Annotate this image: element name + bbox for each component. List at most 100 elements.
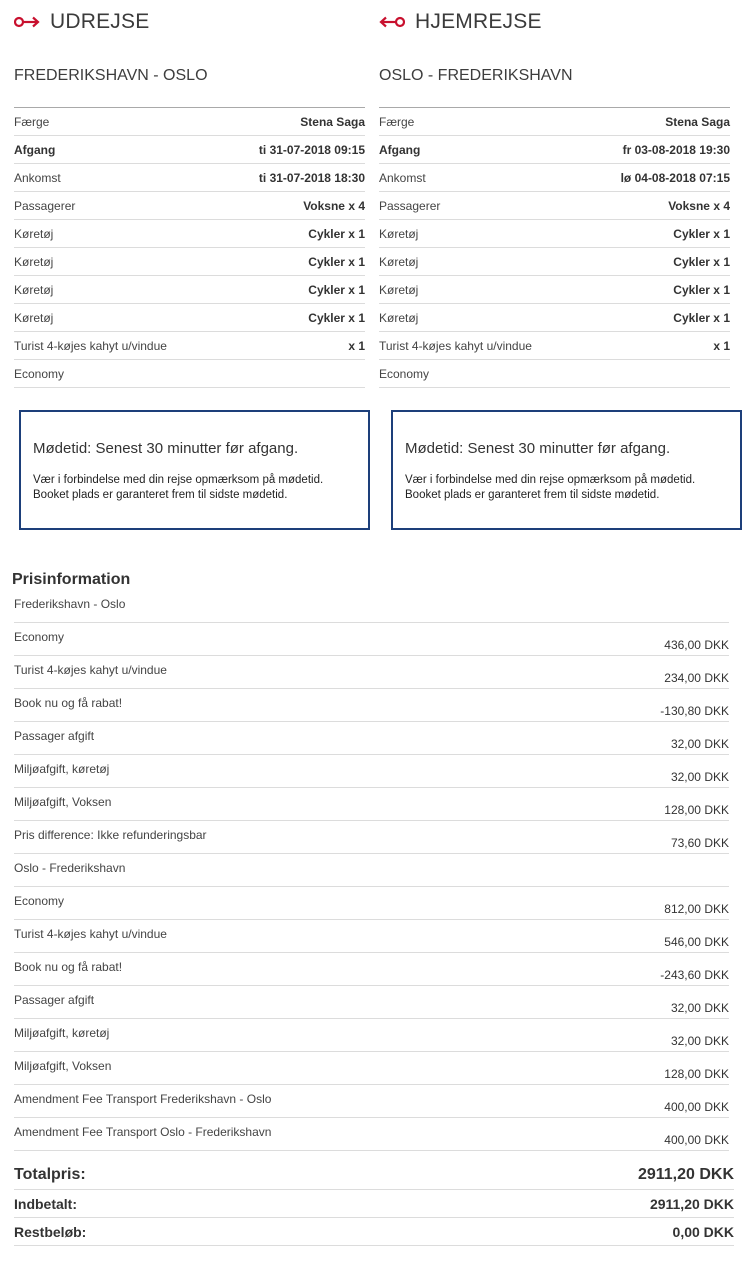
detail-value: Stena Saga <box>300 114 365 129</box>
detail-row: Køretøj Cykler x 1 <box>379 248 730 276</box>
detail-row: Køretøj Cykler x 1 <box>14 276 365 304</box>
price-label: Frederikshavn - Oslo <box>14 597 126 611</box>
price-row: Economy 436,00 DKK <box>14 623 729 656</box>
price-label: Miljøafgift, Voksen <box>14 1059 112 1073</box>
notice-title: Mødetid: Senest 30 minutter før afgang. <box>33 440 299 457</box>
paid-row: Indbetalt: 2911,20 DKK <box>14 1190 734 1218</box>
price-table: Frederikshavn - Oslo Economy 436,00 DKK Tur… <box>14 590 729 1151</box>
detail-row: Turist 4-køjes kahyt u/vindue x 1 <box>379 332 730 360</box>
price-row: Economy 812,00 DKK <box>14 887 729 920</box>
price-label: Passager afgift <box>14 993 95 1007</box>
price-row: Turist 4-køjes kahyt u/vindue 234,00 DKK <box>14 656 729 689</box>
price-row: Pris difference: Ikke refunderingsbar 73,… <box>14 821 729 854</box>
price-section-row: Frederikshavn - Oslo <box>14 590 729 623</box>
notice-title: Mødetid: Senest 30 minutter før afgang. <box>405 440 671 457</box>
detail-row: Køretøj Cykler x 1 <box>14 220 365 248</box>
price-amount: 234,00 DKK <box>664 671 729 685</box>
return-checkin-notice: Mødetid: Senest 30 minutter før afgang. … <box>391 410 742 530</box>
detail-value: Cykler x 1 <box>673 282 730 297</box>
detail-value: x 1 <box>713 338 730 353</box>
price-amount: 812,00 DKK <box>664 902 729 916</box>
totals: Totalpris: 2911,20 DKK Indbetalt: 2911,2… <box>14 1160 734 1246</box>
detail-row: Køretøj Cykler x 1 <box>14 248 365 276</box>
detail-label: Køretøj <box>379 254 419 269</box>
detail-row: Køretøj Cykler x 1 <box>379 276 730 304</box>
detail-row: Economy <box>379 360 730 388</box>
outbound-details: Færge Stena Saga Afgang ti 31-07-2018 09:15… <box>14 107 365 388</box>
price-info-heading: Prisinformation <box>12 571 131 588</box>
detail-value: Cykler x 1 <box>308 254 365 269</box>
price-row: Passager afgift 32,00 DKK <box>14 986 729 1019</box>
detail-row: Turist 4-køjes kahyt u/vindue x 1 <box>14 332 365 360</box>
outbound-route: FREDERIKSHAVN - OSLO <box>14 67 208 84</box>
detail-label: Køretøj <box>14 282 54 297</box>
price-label: Miljøafgift, Voksen <box>14 795 112 809</box>
remaining-label: Restbeløb: <box>14 1223 87 1240</box>
price-label: Book nu og få rabat! <box>14 960 123 974</box>
return-route: OSLO - FREDERIKSHAVN <box>379 67 573 84</box>
price-row: Book nu og få rabat! -130,80 DKK <box>14 689 729 722</box>
return-column: HJEMREJSE OSLO - FREDERIKSHAVN Færge Sten… <box>379 0 730 388</box>
price-amount: 32,00 DKK <box>670 1001 729 1015</box>
price-label: Turist 4-køjes kahyt u/vindue <box>14 663 167 677</box>
price-label: Miljøafgift, køretøj <box>14 1026 110 1040</box>
detail-row: Passagerer Voksne x 4 <box>14 192 365 220</box>
detail-value: Cykler x 1 <box>673 226 730 241</box>
detail-row: Køretøj Cykler x 1 <box>379 304 730 332</box>
detail-label: Køretøj <box>379 226 419 241</box>
detail-row: Ankomst lø 04-08-2018 07:15 <box>379 164 730 192</box>
price-row: Miljøafgift, køretøj 32,00 DKK <box>14 755 729 788</box>
detail-value: lø 04-08-2018 07:15 <box>620 170 730 185</box>
price-label: Passager afgift <box>14 729 95 743</box>
price-amount: 128,00 DKK <box>664 803 729 817</box>
detail-value: Voksne x 4 <box>668 198 730 213</box>
price-row: Miljøafgift, Voksen 128,00 DKK <box>14 788 729 821</box>
detail-label: Ankomst <box>379 170 426 185</box>
price-section-row: Oslo - Frederikshavn <box>14 854 729 887</box>
notice-line: Booket plads er garanteret frem til sids… <box>33 489 288 501</box>
detail-value: x 1 <box>348 338 365 353</box>
price-label: Book nu og få rabat! <box>14 696 123 710</box>
detail-row: Færge Stena Saga <box>379 108 730 136</box>
notice-line: Booket plads er garanteret frem til sids… <box>405 489 660 501</box>
price-amount: 400,00 DKK <box>664 1100 729 1114</box>
detail-label: Færge <box>379 114 415 129</box>
price-label: Amendment Fee Transport Frederikshavn - … <box>14 1092 272 1106</box>
detail-label: Passagerer <box>379 198 441 213</box>
detail-label: Economy <box>14 366 65 381</box>
detail-value: Cykler x 1 <box>673 310 730 325</box>
detail-value: Cykler x 1 <box>308 310 365 325</box>
price-amount: 546,00 DKK <box>664 935 729 949</box>
price-row: Turist 4-køjes kahyt u/vindue 546,00 DKK <box>14 920 729 953</box>
detail-row: Færge Stena Saga <box>14 108 365 136</box>
price-amount: -130,80 DKK <box>660 704 729 718</box>
outbound-checkin-notice: Mødetid: Senest 30 minutter før afgang. … <box>19 410 370 530</box>
return-header: HJEMREJSE <box>379 0 730 44</box>
detail-value: Cykler x 1 <box>308 282 365 297</box>
arrow-right-icon <box>14 15 40 29</box>
detail-row: Køretøj Cykler x 1 <box>14 304 365 332</box>
detail-value: fr 03-08-2018 19:30 <box>622 142 730 157</box>
price-row: Book nu og få rabat! -243,60 DKK <box>14 953 729 986</box>
price-row: Passager afgift 32,00 DKK <box>14 722 729 755</box>
detail-label: Economy <box>379 366 430 381</box>
price-row: Miljøafgift, køretøj 32,00 DKK <box>14 1019 729 1052</box>
detail-row: Afgang fr 03-08-2018 19:30 <box>379 136 730 164</box>
detail-row: Køretøj Cykler x 1 <box>379 220 730 248</box>
price-row: Amendment Fee Transport Frederikshavn - … <box>14 1085 729 1118</box>
remaining-value: 0,00 DKK <box>672 1223 734 1240</box>
price-label: Pris difference: Ikke refunderingsbar <box>14 828 207 842</box>
detail-value: ti 31-07-2018 18:30 <box>258 170 365 185</box>
detail-label: Turist 4-køjes kahyt u/vindue <box>14 338 167 353</box>
total-price-label: Totalpris: <box>14 1165 86 1183</box>
detail-label: Færge <box>14 114 50 129</box>
detail-value: Voksne x 4 <box>303 198 365 213</box>
total-price-row: Totalpris: 2911,20 DKK <box>14 1160 734 1190</box>
price-label: Amendment Fee Transport Oslo - Frederiks… <box>14 1125 272 1139</box>
detail-row: Afgang ti 31-07-2018 09:15 <box>14 136 365 164</box>
price-label: Miljøafgift, køretøj <box>14 762 110 776</box>
arrow-left-icon <box>379 15 405 29</box>
price-label: Economy <box>14 894 65 908</box>
detail-label: Køretøj <box>379 282 419 297</box>
price-amount: 32,00 DKK <box>670 1034 729 1048</box>
